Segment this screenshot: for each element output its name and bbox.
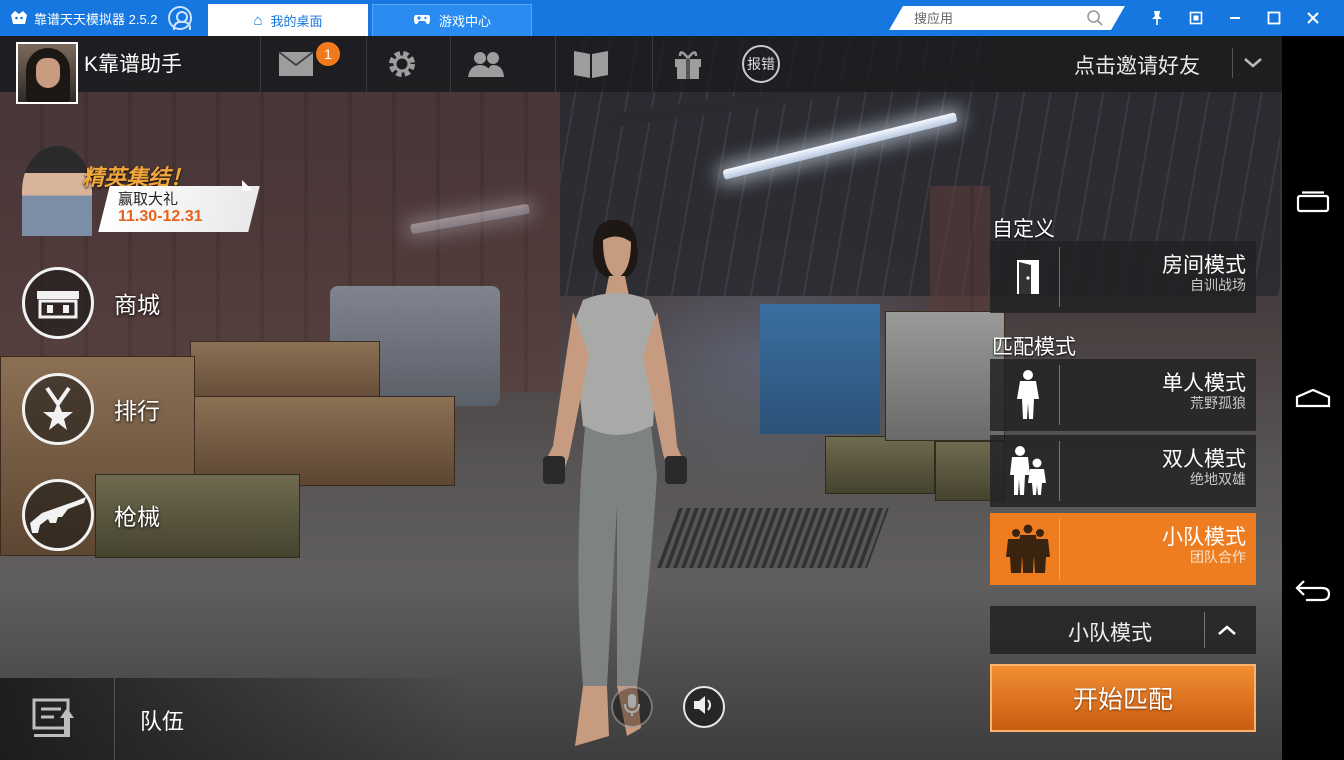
crate: [885, 311, 1005, 441]
app-logo-icon: [10, 10, 28, 26]
event-banner[interactable]: 精英集结！ 赢取大礼 11.30-12.31 ◣: [20, 146, 260, 238]
chevron-up-icon[interactable]: [1204, 612, 1248, 648]
tab-game-center[interactable]: 游戏中心: [372, 4, 532, 36]
room-mode-subtitle: 自训战场: [1190, 277, 1246, 293]
pin-icon[interactable]: [1137, 0, 1176, 36]
team-bar: 队伍: [0, 678, 470, 760]
crate: [180, 396, 455, 486]
mode-select-dropdown[interactable]: 小队模式: [990, 606, 1256, 654]
invite-friends-label: 点击邀请好友: [1074, 55, 1200, 78]
user-account-icon[interactable]: [168, 6, 192, 30]
duo-mode-button[interactable]: 双人模式 绝地双雄: [990, 435, 1256, 507]
home-icon: ⌂: [253, 11, 263, 29]
ranking-label: 排行: [114, 398, 160, 424]
gamepad-icon: [413, 12, 431, 30]
chevron-down-icon[interactable]: [1232, 48, 1272, 78]
custom-section-label: 自定义: [992, 218, 1055, 241]
microphone-icon: [623, 693, 641, 722]
weapons-button[interactable]: 枪械: [22, 478, 202, 552]
report-bug-button[interactable]: 报错: [726, 36, 796, 92]
door-icon: [996, 247, 1060, 307]
flag-icon: ◣: [242, 176, 253, 192]
app-title: 靠谱天天模拟器 2.5.2: [34, 11, 158, 27]
player-avatar[interactable]: [16, 42, 78, 104]
title-bar: 靠谱天天模拟器 2.5.2 ⌂ 我的桌面 游戏中心: [0, 0, 1344, 36]
app-search-input[interactable]: [914, 9, 1074, 27]
shop-label: 商城: [114, 292, 160, 318]
gift-icon: [672, 48, 704, 80]
gear-icon: [386, 48, 418, 80]
window-controls: [1137, 0, 1332, 36]
speaker-button[interactable]: [683, 686, 725, 728]
minimize-icon[interactable]: [1215, 0, 1254, 36]
emulator-window: 靠谱天天模拟器 2.5.2 ⌂ 我的桌面 游戏中心 搜应用 K靠谱助手 1 报错…: [0, 0, 1344, 760]
weapons-label: 枪械: [114, 504, 160, 530]
game-top-bar: K靠谱助手 1 报错 点击邀请好友: [0, 36, 1282, 104]
room-mode-button[interactable]: 房间模式 自训战场: [990, 241, 1256, 313]
player-name: K靠谱助手: [84, 53, 183, 76]
microphone-button[interactable]: [611, 686, 653, 728]
shop-icon: [22, 267, 94, 339]
duo-mode-subtitle: 绝地双雄: [1190, 471, 1246, 487]
squad-soldiers-icon: [996, 519, 1060, 579]
event-subtitle: 赢取大礼: [118, 191, 179, 208]
shop-button[interactable]: 商城: [22, 266, 202, 340]
selected-mode-label: 小队模式: [1068, 622, 1152, 645]
squad-mode-subtitle: 团队合作: [1190, 549, 1246, 565]
close-icon[interactable]: [1293, 0, 1332, 36]
tab-label: 我的桌面: [270, 13, 323, 29]
solo-mode-button[interactable]: 单人模式 荒野孤狼: [990, 359, 1256, 431]
invite-friends-bar[interactable]: 点击邀请好友: [990, 36, 1282, 92]
squad-mode-button[interactable]: 小队模式 团队合作: [990, 513, 1256, 585]
gift-button[interactable]: [652, 36, 722, 92]
ranking-button[interactable]: 排行: [22, 372, 202, 446]
tab-label: 游戏中心: [438, 14, 491, 29]
app-search-box: [889, 6, 1125, 30]
speaker-icon: [692, 694, 716, 721]
book-icon: [572, 49, 610, 79]
android-nav-bar: [1282, 36, 1344, 760]
app-brand: 靠谱天天模拟器 2.5.2: [0, 0, 160, 36]
report-bug-label: 报错: [742, 45, 780, 83]
tab-my-desktop[interactable]: ⌂ 我的桌面: [208, 4, 368, 36]
settings-button[interactable]: [366, 36, 436, 92]
open-doorway: [760, 304, 880, 434]
ranking-icon: [22, 373, 94, 445]
team-expand-icon[interactable]: [30, 696, 80, 742]
game-viewport: K靠谱助手 1 报错 点击邀请好友 精英集结！ 赢取大礼 11.30-12.31…: [0, 36, 1282, 760]
gun-icon: [22, 479, 94, 551]
back-icon[interactable]: [1293, 570, 1333, 610]
mail-unread-badge: 1: [316, 42, 340, 66]
search-icon[interactable]: [1086, 9, 1104, 27]
guide-book-button[interactable]: [555, 36, 625, 92]
match-section-label: 匹配模式: [992, 336, 1076, 359]
crate: [825, 436, 935, 494]
team-label: 队伍: [140, 709, 185, 734]
recent-apps-icon[interactable]: [1293, 182, 1333, 222]
solo-mode-subtitle: 荒野孤狼: [1190, 395, 1246, 411]
friends-icon: [466, 50, 506, 78]
mail-icon: [277, 51, 314, 77]
home-nav-icon[interactable]: [1293, 378, 1333, 418]
player-character: [525, 216, 705, 756]
start-match-button[interactable]: 开始匹配: [990, 664, 1256, 732]
maximize-icon[interactable]: [1254, 0, 1293, 36]
solo-soldier-icon: [996, 365, 1060, 425]
duo-soldiers-icon: [996, 441, 1060, 501]
friends-button[interactable]: [450, 36, 520, 92]
event-date: 11.30-12.31: [118, 208, 203, 225]
restore-icon[interactable]: [1176, 0, 1215, 36]
